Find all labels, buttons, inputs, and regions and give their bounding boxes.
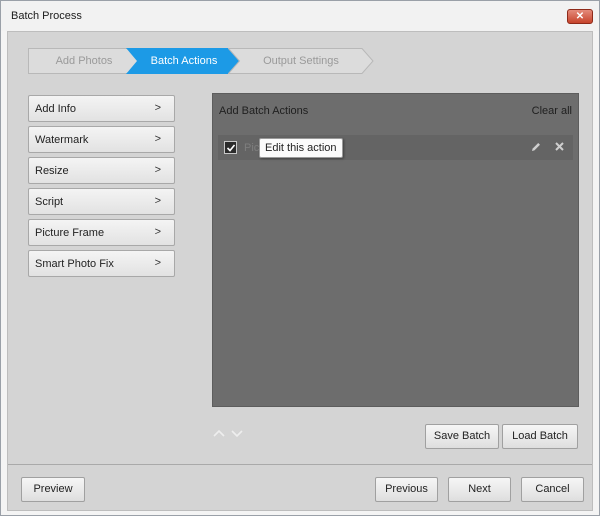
action-label: Script bbox=[35, 196, 64, 208]
action-label: Add Info bbox=[35, 103, 76, 115]
batch-action-list: Add Info > Watermark > Resize > Script >… bbox=[28, 95, 175, 281]
pencil-icon[interactable] bbox=[530, 141, 542, 153]
action-script-button[interactable]: Script > bbox=[28, 188, 175, 215]
delete-icon[interactable] bbox=[554, 141, 565, 152]
window-title: Batch Process bbox=[11, 10, 82, 22]
action-label: Picture Frame bbox=[35, 227, 105, 239]
step-label: Output Settings bbox=[263, 55, 339, 67]
cancel-button[interactable]: Cancel bbox=[521, 477, 584, 502]
action-smart-photo-fix-button[interactable]: Smart Photo Fix > bbox=[28, 250, 175, 277]
step-label: Add Photos bbox=[55, 55, 113, 67]
step-batch-actions[interactable]: Batch Actions bbox=[126, 48, 242, 74]
chevron-right-icon: > bbox=[154, 133, 161, 145]
clear-all-link[interactable]: Clear all bbox=[532, 105, 572, 117]
step-add-photos[interactable]: Add Photos bbox=[28, 48, 140, 74]
reorder-arrows bbox=[213, 429, 243, 438]
action-checkbox[interactable] bbox=[224, 141, 237, 154]
chevron-right-icon: > bbox=[154, 195, 161, 207]
checkmark-icon bbox=[226, 144, 236, 152]
chevron-right-icon: > bbox=[154, 164, 161, 176]
action-label: Resize bbox=[35, 165, 69, 177]
move-down-icon[interactable] bbox=[231, 430, 243, 438]
load-batch-button[interactable]: Load Batch bbox=[502, 424, 578, 449]
action-add-info-button[interactable]: Add Info > bbox=[28, 95, 175, 122]
chevron-right-icon: > bbox=[154, 226, 161, 238]
chevron-right-icon: > bbox=[154, 102, 161, 114]
step-output-settings[interactable]: Output Settings bbox=[228, 48, 374, 74]
previous-button[interactable]: Previous bbox=[375, 477, 438, 502]
action-resize-button[interactable]: Resize > bbox=[28, 157, 175, 184]
close-button[interactable]: ✕ bbox=[567, 9, 593, 24]
chevron-right-icon: > bbox=[154, 257, 161, 269]
action-picture-frame-button[interactable]: Picture Frame > bbox=[28, 219, 175, 246]
action-label: Smart Photo Fix bbox=[35, 258, 114, 270]
edit-action-tooltip: Edit this action bbox=[259, 138, 343, 158]
move-up-icon[interactable] bbox=[213, 429, 225, 437]
save-batch-button[interactable]: Save Batch bbox=[425, 424, 499, 449]
panel-title: Add Batch Actions bbox=[219, 105, 309, 117]
next-button[interactable]: Next bbox=[448, 477, 511, 502]
action-watermark-button[interactable]: Watermark > bbox=[28, 126, 175, 153]
dialog-body: Add Photos Batch Actions Output Settings… bbox=[7, 31, 593, 511]
step-label: Batch Actions bbox=[150, 55, 218, 67]
action-label: Watermark bbox=[35, 134, 89, 146]
preview-button[interactable]: Preview bbox=[21, 477, 85, 502]
title-bar: Batch Process ✕ bbox=[1, 1, 599, 31]
batch-process-window: Batch Process ✕ Add Photos Batch Actions bbox=[0, 0, 600, 516]
footer-divider bbox=[8, 464, 592, 465]
